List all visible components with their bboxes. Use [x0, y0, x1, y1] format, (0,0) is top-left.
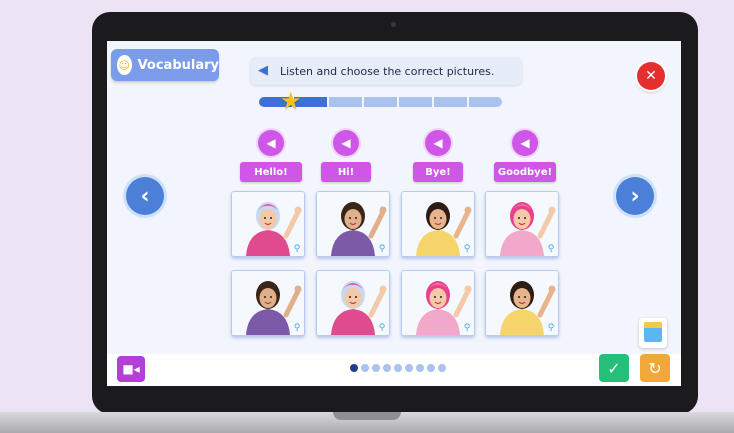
picture-card[interactable]: ⚲ — [485, 270, 559, 336]
magnifier-icon[interactable]: ⚲ — [546, 244, 556, 254]
picture-card[interactable]: ⚲ — [316, 270, 390, 336]
speaker-icon[interactable]: ◀ — [258, 130, 284, 156]
speaker-icon[interactable]: ◀ — [512, 130, 538, 156]
progress-segment — [469, 97, 502, 107]
progress-segment — [329, 97, 362, 107]
page-dot[interactable] — [405, 364, 413, 372]
picture-card[interactable]: ⚲ — [401, 191, 475, 257]
page-dot[interactable] — [350, 364, 358, 372]
page-dot[interactable] — [383, 364, 391, 372]
video-camera-icon: ■◂ — [122, 362, 140, 376]
magnifier-icon[interactable]: ⚲ — [462, 244, 472, 254]
instruction-text: Listen and choose the correct pictures. — [280, 64, 495, 78]
chevron-right-icon: › — [630, 183, 640, 209]
section-tag-label: Vocabulary — [137, 57, 219, 73]
page-dot[interactable] — [372, 364, 380, 372]
word-hello[interactable]: ◀ Hello! — [240, 130, 302, 182]
picture-card[interactable]: ⚲ — [316, 191, 390, 257]
speaker-icon[interactable]: ◀ — [333, 130, 359, 156]
word-bye[interactable]: ◀ Bye! — [413, 130, 463, 182]
page-dot[interactable] — [394, 364, 402, 372]
lesson-screen: ☺ Vocabulary ◀ Listen and choose the cor… — [107, 41, 681, 386]
star-icon: ★ — [280, 87, 302, 115]
speaker-icon[interactable]: ◀ — [258, 64, 274, 78]
progress-segment — [364, 97, 397, 107]
smiley-icon: ☺ — [117, 55, 132, 75]
page-dot[interactable] — [361, 364, 369, 372]
page-dot[interactable] — [427, 364, 435, 372]
close-icon: ✕ — [645, 68, 657, 84]
progress-segment — [399, 97, 432, 107]
picture-card[interactable]: ⚲ — [231, 191, 305, 257]
magnifier-icon[interactable]: ⚲ — [546, 323, 556, 333]
word-label[interactable]: Goodbye! — [494, 162, 556, 182]
check-button[interactable]: ✓ — [599, 354, 629, 382]
word-goodbye[interactable]: ◀ Goodbye! — [494, 130, 556, 182]
page-indicator — [350, 364, 446, 372]
previous-button[interactable]: ‹ — [126, 177, 164, 215]
magnifier-icon[interactable]: ⚲ — [377, 244, 387, 254]
word-hi[interactable]: ◀ Hi! — [321, 130, 371, 182]
speaker-icon[interactable]: ◀ — [425, 130, 451, 156]
laptop-notch — [333, 412, 401, 420]
chevron-left-icon: ‹ — [140, 183, 150, 209]
refresh-icon: ↻ — [648, 358, 662, 378]
picture-card[interactable]: ⚲ — [231, 270, 305, 336]
magnifier-icon[interactable]: ⚲ — [462, 323, 472, 333]
page-dot[interactable] — [438, 364, 446, 372]
next-button[interactable]: › — [616, 177, 654, 215]
picture-card[interactable]: ⚲ — [401, 270, 475, 336]
check-icon: ✓ — [607, 358, 621, 378]
picture-card[interactable]: ⚲ — [485, 191, 559, 257]
magnifier-icon[interactable]: ⚲ — [292, 244, 302, 254]
video-button[interactable]: ■◂ — [117, 356, 145, 382]
word-label[interactable]: Hello! — [240, 162, 302, 182]
section-tag: ☺ Vocabulary — [111, 49, 219, 81]
footer-toolbar: ■◂ ✓ ↻ — [107, 354, 681, 386]
magnifier-icon[interactable]: ⚲ — [377, 323, 387, 333]
book-icon[interactable] — [639, 318, 667, 348]
progress-segment — [434, 97, 467, 107]
reset-button[interactable]: ↻ — [640, 354, 670, 382]
magnifier-icon[interactable]: ⚲ — [292, 323, 302, 333]
instruction-bar[interactable]: ◀ Listen and choose the correct pictures… — [250, 57, 522, 85]
page-dot[interactable] — [416, 364, 424, 372]
close-button[interactable]: ✕ — [637, 62, 665, 90]
word-label[interactable]: Bye! — [413, 162, 463, 182]
webcam — [391, 22, 396, 27]
word-label[interactable]: Hi! — [321, 162, 371, 182]
